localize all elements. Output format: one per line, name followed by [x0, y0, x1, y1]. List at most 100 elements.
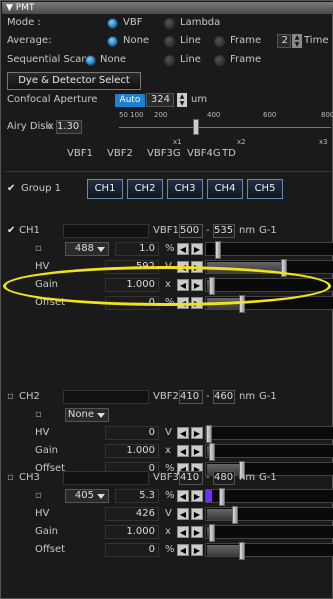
channel-dye-field[interactable] [63, 390, 149, 404]
arrow-left-icon[interactable]: ◀ [177, 243, 189, 255]
arrow-right-icon[interactable]: ▶ [191, 526, 203, 538]
hv-slider-thumb[interactable] [281, 259, 287, 277]
laser-dropdown[interactable]: 405 [65, 489, 109, 503]
hv-slider-track[interactable] [205, 259, 333, 277]
arrow-left-icon[interactable]: ◀ [177, 508, 189, 520]
offset-unit: % [165, 297, 175, 308]
range-from-field[interactable]: 410 [179, 471, 203, 485]
laser-dropdown[interactable]: 488 [65, 242, 109, 256]
laser-power-field[interactable]: 5.3 [115, 489, 159, 503]
hv-value-field[interactable]: 592 [105, 260, 159, 274]
arrow-left-icon[interactable]: ◀ [177, 445, 189, 457]
offset-slider-thumb[interactable] [239, 295, 245, 313]
laser-checkbox[interactable]: ▫ [35, 408, 42, 422]
channel-button-ch2[interactable]: CH2 [127, 179, 163, 199]
mode-vbf-radio[interactable] [107, 18, 118, 29]
offset-value-field[interactable]: 0 [105, 296, 159, 310]
group-checkmark-icon[interactable]: ✔ [7, 182, 15, 196]
arrow-left-icon[interactable]: ◀ [177, 261, 189, 273]
laser-unit: % [165, 490, 175, 501]
range-from-field[interactable]: 500 [179, 224, 203, 238]
hv-value-field[interactable]: 426 [105, 507, 159, 521]
range-to-field[interactable]: 460 [213, 390, 235, 404]
offset-slider-track[interactable] [205, 542, 333, 560]
dye-detector-select-button[interactable]: Dye & Detector Select [7, 72, 141, 90]
arrow-right-icon[interactable]: ▶ [191, 508, 203, 520]
offset-slider-thumb[interactable] [239, 542, 245, 560]
range-to-field[interactable]: 480 [213, 471, 235, 485]
hv-slider-track[interactable] [205, 506, 333, 524]
arrow-right-icon[interactable]: ▶ [191, 297, 203, 309]
arrow-left-icon[interactable]: ◀ [177, 526, 189, 538]
arrow-left-icon[interactable]: ◀ [177, 490, 189, 502]
gain-value-field[interactable]: 1.000 [105, 278, 159, 292]
sequential-none-radio[interactable] [85, 55, 96, 66]
average-line-radio[interactable] [164, 36, 175, 47]
laser-power-field[interactable]: 1.0 [115, 242, 159, 256]
laser-checkbox[interactable]: ▫ [35, 242, 42, 256]
mode-lambda-radio[interactable] [164, 18, 175, 29]
arrow-right-icon[interactable]: ▶ [191, 445, 203, 457]
gain-slider-track[interactable] [205, 443, 333, 461]
confocal-auto-toggle[interactable]: Auto [115, 94, 145, 107]
airy-disk-field[interactable]: 1.30 [56, 120, 82, 134]
confocal-spinner[interactable]: ▲ ▼ [177, 93, 187, 107]
offset-value-field[interactable]: 0 [105, 543, 159, 557]
gain-slider-thumb[interactable] [209, 277, 215, 295]
range-from-field[interactable]: 410 [179, 390, 203, 404]
gain-slider-thumb[interactable] [209, 524, 215, 542]
offset-slider-track[interactable] [205, 295, 333, 313]
average-none-radio[interactable] [107, 36, 118, 47]
average-count-field[interactable]: 2 [277, 34, 291, 48]
confocal-aperture-field[interactable]: 324 [146, 93, 174, 107]
collapse-triangle-icon[interactable]: ▼ [6, 3, 16, 13]
arrow-right-icon[interactable]: ▶ [191, 279, 203, 291]
panel-title-bar[interactable]: ▼ PMT [2, 2, 333, 14]
channel-button-ch5[interactable]: CH5 [247, 179, 283, 199]
channel-button-ch4[interactable]: CH4 [207, 179, 243, 199]
channel-dye-field[interactable] [63, 224, 149, 238]
laser-slider-track[interactable] [205, 488, 333, 506]
airy-mark-label: x3 [319, 138, 328, 146]
gain-value-field[interactable]: 1.000 [105, 525, 159, 539]
detector-label: TD [222, 148, 236, 159]
arrow-right-icon[interactable]: ▶ [191, 544, 203, 556]
arrow-right-icon[interactable]: ▶ [191, 243, 203, 255]
offset-label: Offset [35, 297, 66, 308]
arrow-left-icon[interactable]: ◀ [177, 279, 189, 291]
hv-slider-thumb[interactable] [232, 506, 238, 524]
range-to-field[interactable]: 535 [213, 224, 235, 238]
channel-checkbox[interactable]: ✔ [7, 224, 15, 238]
average-frame-radio[interactable] [214, 36, 225, 47]
laser-slider-track[interactable] [205, 241, 333, 259]
range-dash: - [206, 472, 210, 483]
gain-slider-thumb[interactable] [209, 443, 215, 461]
hv-label: HV [35, 508, 50, 519]
arrow-right-icon[interactable]: ▶ [191, 261, 203, 273]
arrow-right-icon[interactable]: ▶ [191, 427, 203, 439]
laser-slider-thumb[interactable] [215, 241, 221, 259]
sequential-frame-radio[interactable] [214, 55, 225, 66]
gain-slider-track[interactable] [205, 524, 333, 542]
airy-slider-thumb[interactable] [193, 119, 199, 135]
channel-checkbox[interactable]: ▫ [7, 390, 14, 404]
hv-slider-thumb[interactable] [206, 425, 212, 443]
arrow-right-icon[interactable]: ▶ [191, 490, 203, 502]
hv-value-field[interactable]: 0 [105, 426, 159, 440]
laser-dropdown[interactable]: None [65, 408, 109, 422]
laser-checkbox[interactable]: ▫ [35, 489, 42, 503]
channel-button-ch3[interactable]: CH3 [167, 179, 203, 199]
gain-slider-track[interactable] [205, 277, 333, 295]
laser-slider-thumb[interactable] [219, 488, 225, 506]
arrow-left-icon[interactable]: ◀ [177, 427, 189, 439]
airy-slider-track[interactable] [119, 127, 331, 128]
channel-dye-field[interactable] [63, 471, 149, 485]
hv-slider-track[interactable] [205, 425, 333, 443]
arrow-left-icon[interactable]: ◀ [177, 544, 189, 556]
arrow-left-icon[interactable]: ◀ [177, 297, 189, 309]
average-count-spinner[interactable]: ▲ ▼ [292, 34, 302, 48]
channel-button-ch1[interactable]: CH1 [87, 179, 123, 199]
channel-checkbox[interactable]: ▫ [7, 471, 14, 485]
gain-value-field[interactable]: 1.000 [105, 444, 159, 458]
sequential-line-radio[interactable] [164, 55, 175, 66]
